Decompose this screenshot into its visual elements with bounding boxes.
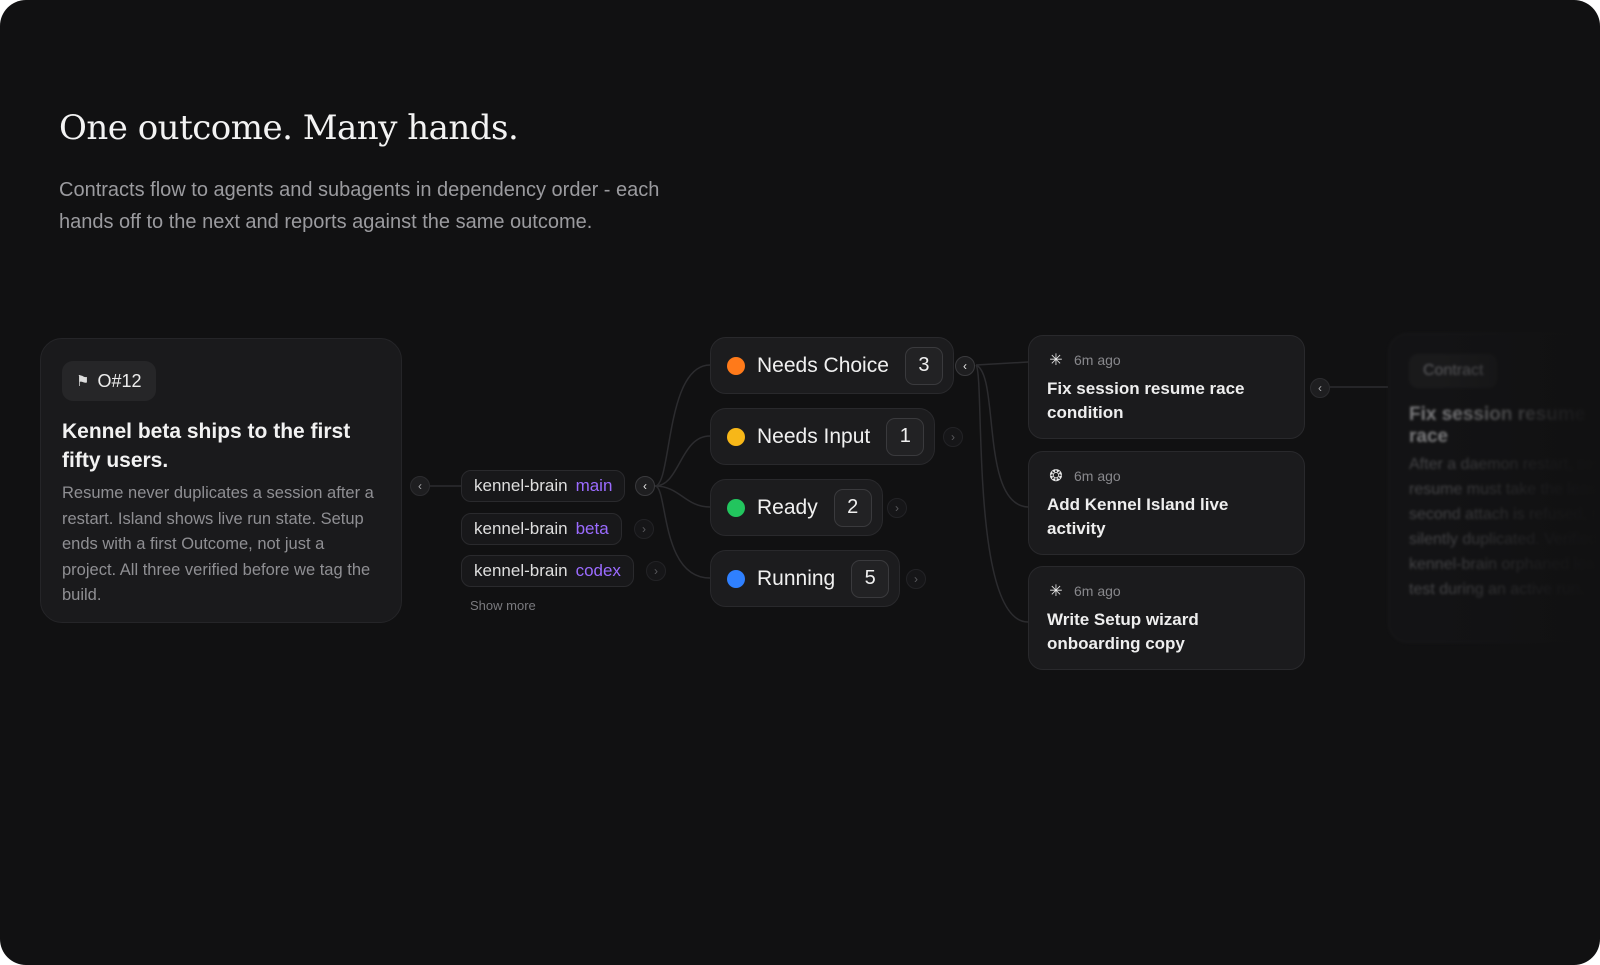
branch-tag: beta	[575, 519, 609, 538]
outcome-id-badge: ⚑ O#12	[62, 361, 156, 401]
status-count: 3	[904, 346, 943, 385]
task-meta: ❂ 6m ago	[1047, 465, 1286, 487]
status-label: Needs Input	[757, 424, 871, 448]
status-dot-icon	[727, 427, 745, 446]
connector-choice-task-2	[975, 364, 1029, 508]
status-ready[interactable]: Ready 2	[710, 479, 883, 536]
outcome-description: Resume never duplicates a session after …	[62, 484, 374, 604]
connector-choice-task-1	[975, 361, 1029, 366]
expand-chevron-icon[interactable]: ›	[887, 498, 907, 518]
task-card[interactable]: ❂ 6m ago Add Kennel Island live activity	[1028, 451, 1305, 555]
connector-branch-ready	[654, 485, 711, 508]
status-dot-icon	[727, 356, 745, 375]
page-subtitle: Contracts flow to agents and subagents i…	[59, 179, 660, 233]
task-card[interactable]: ✳ 6m ago Write Setup wizard onboarding c…	[1028, 566, 1305, 670]
task-time: 6m ago	[1074, 468, 1121, 484]
branch-repo: kennel-brain	[474, 476, 568, 495]
collapse-outcome-chevron-icon[interactable]: ‹	[410, 476, 430, 496]
outcome-title: Kennel beta ships to the first fifty use…	[62, 420, 351, 472]
task-meta: ✳ 6m ago	[1047, 580, 1286, 602]
status-needs-choice[interactable]: Needs Choice 3	[710, 337, 954, 394]
collapse-task-chevron-icon[interactable]: ‹	[1310, 378, 1330, 398]
task-card[interactable]: ✳ 6m ago Fix session resume race conditi…	[1028, 335, 1305, 439]
branch-repo: kennel-brain	[474, 519, 568, 538]
branch-item-codex[interactable]: kennel-brain codex	[461, 555, 634, 587]
contract-tag: Contract	[1409, 354, 1498, 388]
status-running[interactable]: Running 5	[710, 550, 901, 607]
status-dot-icon	[727, 498, 745, 517]
page-title: One outcome. Many hands.	[59, 108, 519, 148]
expand-chevron-icon[interactable]: ›	[646, 561, 666, 581]
connector-branch-needs-choice	[654, 364, 711, 487]
connector-branch-needs-input	[654, 435, 711, 487]
status-count: 2	[833, 488, 872, 527]
task-title: Fix session resume race condition	[1047, 379, 1245, 422]
showcase-frame: One outcome. Many hands. Contracts flow …	[0, 0, 1600, 965]
sparkle-icon: ✳	[1049, 352, 1063, 369]
status-label: Ready	[757, 495, 818, 519]
contract-title: Fix session resume race	[1409, 404, 1586, 447]
task-time: 6m ago	[1074, 583, 1121, 599]
status-count: 5	[851, 559, 890, 598]
branch-item-beta[interactable]: kennel-brain beta	[461, 513, 622, 545]
branch-tag: main	[575, 476, 613, 495]
connector-choice-task-3	[975, 364, 1029, 623]
sparkle-icon: ✳	[1049, 583, 1063, 600]
outcome-card[interactable]: ⚑ O#12 Kennel beta ships to the first fi…	[40, 338, 402, 623]
outcome-id: O#12	[97, 370, 142, 391]
collapse-branch-chevron-icon[interactable]: ‹	[635, 476, 655, 496]
show-more-link[interactable]: Show more	[470, 598, 536, 613]
task-title: Write Setup wizard onboarding copy	[1047, 610, 1199, 653]
collapse-status-chevron-icon[interactable]: ‹	[955, 356, 975, 376]
expand-chevron-icon[interactable]: ›	[634, 519, 654, 539]
status-label: Running	[757, 566, 836, 590]
branch-tag: codex	[575, 561, 621, 580]
task-meta: ✳ 6m ago	[1047, 349, 1286, 371]
expand-chevron-icon[interactable]: ›	[906, 569, 926, 589]
status-needs-input[interactable]: Needs Input 1	[710, 408, 936, 465]
contract-card[interactable]: Contract Fix session resume race After a…	[1388, 333, 1600, 643]
branch-repo: kennel-brain	[474, 561, 568, 580]
task-time: 6m ago	[1074, 352, 1121, 368]
status-label: Needs Choice	[757, 353, 889, 377]
expand-chevron-icon[interactable]: ›	[943, 427, 963, 447]
branch-item-main[interactable]: kennel-brain main	[461, 470, 626, 502]
task-title: Add Kennel Island live activity	[1047, 495, 1229, 538]
flag-icon: ⚑	[76, 373, 90, 390]
status-count: 1	[886, 417, 925, 456]
status-dot-icon	[727, 569, 745, 588]
contract-description: After a daemon restart, session resume m…	[1409, 456, 1600, 598]
openai-icon: ❂	[1049, 468, 1063, 485]
